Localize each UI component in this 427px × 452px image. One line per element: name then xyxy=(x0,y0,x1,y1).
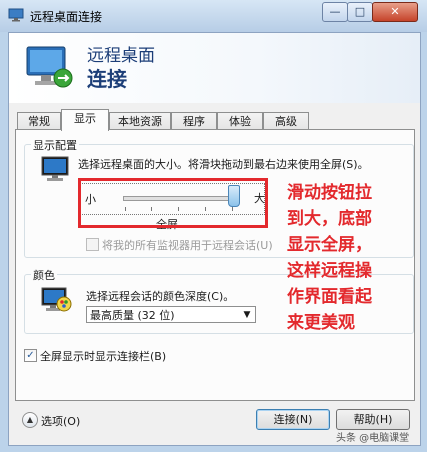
color-depth-select[interactable]: 最高质量 (32 位) ▼ xyxy=(86,306,256,323)
tab-experience[interactable]: 体验 xyxy=(217,112,263,130)
remote-computer-icon xyxy=(26,46,73,88)
close-button[interactable]: ✕ xyxy=(372,2,418,22)
help-button[interactable]: 帮助(H) xyxy=(336,409,410,430)
annotation-line: 滑动按钮拉 xyxy=(287,183,372,203)
watermark: 头条 @电脑课堂 xyxy=(336,433,410,444)
minimize-button[interactable]: — xyxy=(322,2,348,22)
options-expand-icon[interactable]: ▲ xyxy=(22,412,38,428)
annotation-line: 作界面看起 xyxy=(287,287,372,307)
window-title: 远程桌面连接 xyxy=(30,10,103,24)
remote-desktop-icon xyxy=(8,8,24,22)
annotation-line: 来更美观 xyxy=(287,313,355,333)
tab-general[interactable]: 常规 xyxy=(17,112,61,130)
connection-bar-label: 全屏显示时显示连接栏(B) xyxy=(40,350,167,363)
options-label[interactable]: 选项(O) xyxy=(41,413,80,429)
use-all-monitors-label: 将我的所有监视器用于远程会话(U) xyxy=(102,239,273,252)
title-bar[interactable]: 远程桌面连接 — □ ✕ xyxy=(0,0,427,32)
annotation-line: 这样远程操 xyxy=(287,261,372,281)
color-depth-value: 最高质量 (32 位) xyxy=(90,309,175,322)
annotation-line: 显示全屏， xyxy=(287,235,372,255)
annotation-line: 到大，底部 xyxy=(287,209,372,229)
tab-advanced[interactable]: 高级 xyxy=(263,112,309,130)
display-config-legend: 显示配置 xyxy=(31,137,79,153)
connect-button[interactable]: 连接(N) xyxy=(256,409,330,430)
monitor-icon xyxy=(41,156,69,181)
colors-legend: 颜色 xyxy=(31,267,57,283)
tab-programs[interactable]: 程序 xyxy=(171,112,217,130)
display-config-description: 选择远程桌面的大小。将滑块拖动到最右边来使用全屏(S)。 xyxy=(78,158,369,171)
connection-bar-checkbox[interactable]: ✓ xyxy=(24,349,37,362)
colors-description: 选择远程会话的颜色深度(C)。 xyxy=(86,290,235,303)
color-palette-icon xyxy=(41,287,72,312)
use-all-monitors-checkbox[interactable] xyxy=(86,238,99,251)
annotation-text: 滑动按钮拉到大，底部显示全屏， 这样远程操作界面看起来更美观 xyxy=(287,180,412,336)
tab-local-resources[interactable]: 本地资源 xyxy=(109,112,171,130)
highlight-box xyxy=(78,178,268,228)
dialog-header: 远程桌面 连接 xyxy=(9,33,420,103)
maximize-button[interactable]: □ xyxy=(347,2,373,22)
header-title-line2: 连接 xyxy=(87,67,127,91)
tab-display[interactable]: 显示 xyxy=(61,109,109,131)
chevron-down-icon: ▼ xyxy=(243,310,251,320)
